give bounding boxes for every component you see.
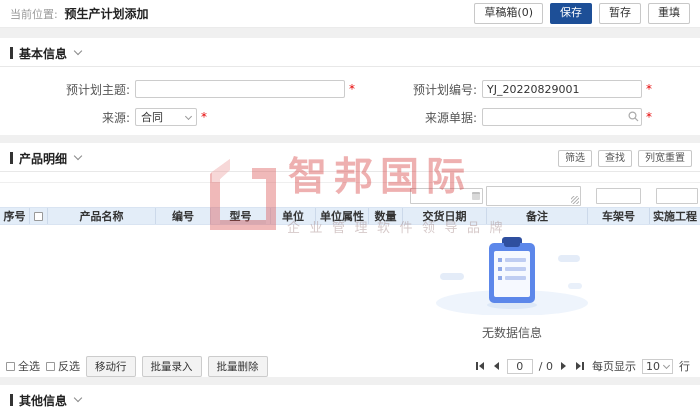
filter-button[interactable]: 筛选 — [558, 150, 592, 167]
product-detail-title: 产品明细 — [19, 150, 67, 167]
chevron-down-icon[interactable] — [74, 47, 82, 55]
save-button[interactable]: 保存 — [550, 3, 592, 23]
prev-page-icon[interactable] — [492, 362, 501, 370]
per-page-label: 每页显示 — [592, 358, 636, 374]
draft-box-button[interactable]: 草稿箱(0) — [474, 3, 543, 23]
col-frame-no[interactable]: 车架号 — [588, 208, 650, 224]
other-info-panel: 其他信息 — [0, 385, 700, 411]
select-all-checkbox[interactable] — [6, 362, 15, 371]
batch-actions: 全选 反选 移动行 批量录入 批量删除 — [6, 356, 268, 377]
toolbar-buttons: 草稿箱(0) 保存 暂存 重填 — [474, 3, 690, 23]
subject-label: 预计划主题: — [12, 81, 130, 98]
product-table-header: 序号 产品名称 编号 型号 单位 单位属性 数量 交货日期 备注 车架号 实施工… — [0, 207, 700, 225]
other-info-header[interactable]: 其他信息 — [0, 385, 700, 409]
col-unit[interactable]: 单位 — [271, 208, 316, 224]
first-page-icon[interactable] — [474, 362, 486, 370]
divider — [0, 182, 700, 183]
next-page-icon[interactable] — [559, 362, 568, 370]
temp-save-button[interactable]: 暂存 — [599, 3, 641, 23]
empty-data-icon — [432, 235, 592, 315]
subject-field-row: 预计划主题: * — [12, 79, 372, 99]
col-unit-attr[interactable]: 单位属性 — [316, 208, 369, 224]
frame-no-input[interactable] — [596, 188, 641, 204]
required-mark: * — [646, 82, 652, 96]
reset-column-width-button[interactable]: 列宽重置 — [638, 150, 692, 167]
select-all-toggle[interactable]: 全选 — [6, 358, 40, 374]
page-total-label: / 0 — [539, 360, 553, 373]
empty-state: 无数据信息 — [432, 235, 592, 341]
select-all-checkbox[interactable] — [34, 212, 43, 221]
empty-data-text: 无数据信息 — [432, 324, 592, 341]
col-remark[interactable]: 备注 — [487, 208, 588, 224]
subject-input[interactable] — [135, 80, 345, 98]
required-mark: * — [349, 82, 355, 96]
invert-select-checkbox[interactable] — [46, 362, 55, 371]
col-model[interactable]: 型号 — [211, 208, 271, 224]
resize-grip-icon[interactable] — [571, 196, 579, 204]
rows-label: 行 — [679, 358, 690, 374]
product-table-body: 无数据信息 — [0, 225, 700, 353]
quick-entry-row — [0, 172, 700, 207]
pagination: 0 / 0 每页显示 10 行 — [474, 358, 690, 374]
col-checkbox — [30, 208, 48, 224]
implementation-input[interactable] — [656, 188, 698, 204]
move-row-button[interactable]: 移动行 — [86, 356, 136, 377]
find-button[interactable]: 查找 — [598, 150, 632, 167]
per-page-value: 10 — [646, 360, 660, 373]
table-tools: 筛选 查找 列宽重置 — [558, 150, 692, 167]
col-code[interactable]: 编号 — [156, 208, 211, 224]
other-info-title: 其他信息 — [19, 392, 67, 409]
chevron-down-icon[interactable] — [74, 152, 82, 160]
source-select-value: 合同 — [141, 109, 163, 125]
last-page-icon[interactable] — [574, 362, 586, 370]
required-mark: * — [646, 110, 652, 124]
basic-info-header[interactable]: 基本信息 — [0, 38, 700, 62]
chevron-down-icon[interactable] — [74, 394, 82, 402]
source-doc-input[interactable] — [482, 108, 642, 126]
product-detail-panel: 产品明细 筛选 查找 列宽重置 序号 产品名称 编号 型号 单位 单位属性 数量… — [0, 143, 700, 377]
calendar-icon[interactable] — [472, 192, 480, 200]
invert-select-label: 反选 — [58, 358, 80, 374]
product-detail-header: 产品明细 筛选 查找 列宽重置 — [0, 143, 700, 167]
source-doc-field-row: 来源单据: * — [372, 107, 700, 127]
batch-delete-button[interactable]: 批量删除 — [208, 356, 268, 377]
batch-entry-button[interactable]: 批量录入 — [142, 356, 202, 377]
source-doc-label: 来源单据: — [372, 109, 477, 126]
source-label: 来源: — [12, 109, 130, 126]
breadcrumb-label: 当前位置: — [10, 8, 58, 21]
select-all-label: 全选 — [18, 358, 40, 374]
basic-info-title: 基本信息 — [19, 45, 67, 62]
section-bar — [10, 47, 13, 59]
source-field-row: 来源: 合同 * — [12, 107, 372, 127]
section-bar — [10, 394, 13, 406]
source-select[interactable]: 合同 — [135, 108, 197, 126]
delivery-date-input[interactable] — [410, 188, 483, 204]
chevron-down-icon — [663, 361, 670, 368]
breadcrumb: 当前位置: 预生产计划添加 — [10, 5, 149, 22]
page-title: 预生产计划添加 — [65, 7, 149, 21]
col-delivery-date[interactable]: 交货日期 — [403, 208, 487, 224]
section-bar — [10, 152, 13, 164]
per-page-select[interactable]: 10 — [642, 359, 673, 374]
plan-no-input[interactable] — [482, 80, 642, 98]
plan-no-field-row: 预计划编号: * — [372, 79, 700, 99]
topbar: 当前位置: 预生产计划添加 草稿箱(0) 保存 暂存 重填 — [0, 0, 700, 28]
search-icon[interactable] — [628, 111, 639, 122]
col-product-name[interactable]: 产品名称 — [48, 208, 156, 224]
basic-info-panel: 基本信息 预计划主题: * 预计划编号: * 来源: 合同 * 来源单据: — [0, 38, 700, 135]
required-mark: * — [201, 110, 207, 124]
page-number-input[interactable]: 0 — [507, 359, 533, 374]
plan-no-label: 预计划编号: — [372, 81, 477, 98]
reset-button[interactable]: 重填 — [648, 3, 690, 23]
col-implementation[interactable]: 实施工程 — [650, 208, 700, 224]
col-quantity[interactable]: 数量 — [369, 208, 403, 224]
basic-info-form: 预计划主题: * 预计划编号: * 来源: 合同 * 来源单据: — [0, 67, 700, 127]
chevron-down-icon — [185, 112, 192, 119]
table-footer: 全选 反选 移动行 批量录入 批量删除 0 / 0 每页显示 10 行 — [0, 355, 700, 377]
remark-textarea[interactable] — [486, 186, 581, 206]
col-seq: 序号 — [0, 208, 30, 224]
invert-select-toggle[interactable]: 反选 — [46, 358, 80, 374]
